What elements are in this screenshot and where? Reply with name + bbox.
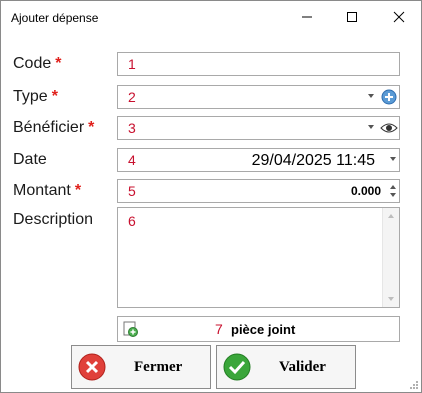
minimize-icon xyxy=(301,16,312,18)
type-select[interactable]: 2 xyxy=(117,85,400,109)
required-marker: * xyxy=(51,88,58,105)
chevron-down-icon[interactable] xyxy=(390,157,396,161)
spin-up-icon[interactable] xyxy=(390,185,396,189)
attachment-add-icon xyxy=(123,321,138,337)
window-title: Ajouter dépense xyxy=(11,11,99,25)
required-marker: * xyxy=(74,182,82,199)
close-button[interactable]: Fermer xyxy=(71,345,211,389)
required-marker: * xyxy=(88,119,95,136)
maximize-icon xyxy=(346,12,357,22)
description-scrollbar[interactable] xyxy=(382,208,399,307)
code-label: Code * xyxy=(13,55,62,72)
amount-value: 0.000 xyxy=(350,184,381,198)
amount-input[interactable]: 5 0.000 xyxy=(117,179,400,203)
attachment-label: pièce joint xyxy=(231,322,296,337)
validate-button-label: Valider xyxy=(279,359,326,375)
close-circle-icon xyxy=(78,353,106,381)
date-label: Date xyxy=(13,151,47,168)
chevron-down-icon[interactable] xyxy=(368,125,374,129)
resize-grip-icon[interactable] xyxy=(409,380,419,390)
beneficiary-select[interactable]: 3 xyxy=(117,116,400,140)
attachment-button[interactable]: 7 pièce joint xyxy=(117,316,400,342)
maximize-button[interactable] xyxy=(329,1,374,33)
close-window-button[interactable] xyxy=(376,1,421,33)
date-value: 29/04/2025 11:45 xyxy=(251,152,375,169)
beneficiary-label: Bénéficier * xyxy=(13,119,95,136)
description-textarea[interactable]: 6 xyxy=(117,207,400,308)
scroll-down-icon[interactable] xyxy=(388,297,394,301)
minimize-button[interactable] xyxy=(284,1,329,33)
description-label: Description xyxy=(13,211,94,228)
close-icon xyxy=(393,11,404,23)
add-expense-window: Ajouter dépense Code * 1 Type * 2 Bénéfici… xyxy=(0,0,422,393)
eye-icon[interactable] xyxy=(380,122,398,134)
add-type-icon[interactable] xyxy=(381,89,397,105)
check-circle-icon xyxy=(223,353,251,381)
spin-down-icon[interactable] xyxy=(390,193,396,197)
required-marker: * xyxy=(55,55,62,72)
date-picker[interactable]: 4 29/04/2025 11:45 xyxy=(117,148,400,172)
validate-button[interactable]: Valider xyxy=(216,345,356,389)
amount-label: Montant * xyxy=(13,182,82,199)
title-bar: Ajouter dépense xyxy=(1,1,421,33)
scroll-up-icon[interactable] xyxy=(388,214,394,218)
chevron-down-icon[interactable] xyxy=(368,94,374,98)
type-label: Type * xyxy=(13,88,58,105)
close-button-label: Fermer xyxy=(134,359,183,375)
code-input[interactable]: 1 xyxy=(117,52,400,76)
